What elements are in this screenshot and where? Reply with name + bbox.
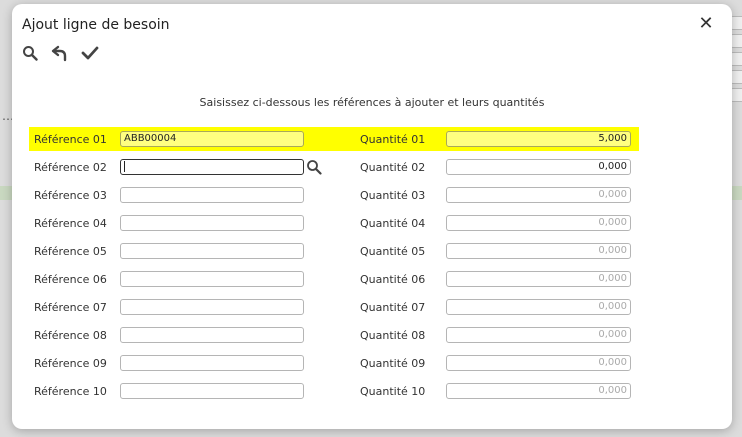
quantity-input[interactable]: 0,000 (446, 383, 631, 399)
reference-search-button[interactable] (306, 159, 322, 175)
reference-label: Référence 03 (34, 189, 107, 202)
reference-input[interactable] (120, 327, 304, 343)
reference-input[interactable] (120, 243, 304, 259)
quantity-input[interactable]: 0,000 (446, 327, 631, 343)
quantity-input[interactable]: 0,000 (446, 159, 631, 175)
quantity-input[interactable]: 0,000 (446, 187, 631, 203)
reference-label: Référence 10 (34, 385, 107, 398)
reference-label: Référence 04 (34, 217, 107, 230)
search-icon (307, 160, 322, 175)
reference-input[interactable] (120, 271, 304, 287)
reference-label: Référence 01 (34, 133, 107, 146)
reference-input[interactable] (120, 299, 304, 315)
quantity-label: Quantité 01 (360, 133, 426, 146)
dialog-toolbar (21, 44, 99, 62)
reference-row: Référence 03 Quantité 03 0,000 (29, 183, 639, 207)
reference-row: Référence 05 Quantité 05 0,000 (29, 239, 639, 263)
quantity-label: Quantité 08 (360, 329, 426, 342)
reference-input[interactable] (120, 215, 304, 231)
quantity-label: Quantité 05 (360, 245, 426, 258)
reference-input[interactable] (120, 187, 304, 203)
quantity-input[interactable]: 0,000 (446, 355, 631, 371)
reference-input[interactable]: ABB00004 (120, 131, 304, 147)
reference-row: Référence 10 Quantité 10 0,000 (29, 379, 639, 403)
reference-row: Référence 09 Quantité 09 0,000 (29, 351, 639, 375)
reference-label: Référence 05 (34, 245, 107, 258)
quantity-label: Quantité 02 (360, 161, 426, 174)
reference-label: Référence 08 (34, 329, 107, 342)
search-button[interactable] (21, 44, 39, 62)
quantity-label: Quantité 07 (360, 301, 426, 314)
close-button[interactable]: ✕ (698, 15, 714, 33)
reference-row: Référence 08 Quantité 08 0,000 (29, 323, 639, 347)
validate-button[interactable] (81, 44, 99, 62)
reference-row: Référence 02 Quantité 02 0,000 (29, 155, 639, 179)
dialog-title: Ajout ligne de besoin (22, 17, 170, 33)
add-need-line-dialog: Ajout ligne de besoin ✕ Saisissez ci-des… (12, 4, 732, 429)
quantity-input[interactable]: 0,000 (446, 215, 631, 231)
undo-button[interactable] (51, 44, 69, 62)
quantity-label: Quantité 04 (360, 217, 426, 230)
quantity-input[interactable]: 0,000 (446, 271, 631, 287)
instruction-text: Saisissez ci-dessous les références à aj… (199, 96, 545, 109)
reference-label: Référence 09 (34, 357, 107, 370)
text-caret (124, 160, 125, 172)
quantity-label: Quantité 10 (360, 385, 426, 398)
reference-label: Référence 06 (34, 273, 107, 286)
quantity-label: Quantité 03 (360, 189, 426, 202)
reference-input[interactable] (120, 159, 304, 175)
undo-icon (51, 45, 67, 62)
search-icon (23, 46, 38, 61)
quantity-input[interactable]: 0,000 (446, 243, 631, 259)
reference-row: Référence 07 Quantité 07 0,000 (29, 295, 639, 319)
reference-input[interactable] (120, 355, 304, 371)
check-icon (81, 46, 99, 60)
quantity-label: Quantité 06 (360, 273, 426, 286)
reference-row: Référence 06 Quantité 06 0,000 (29, 267, 639, 291)
quantity-input[interactable]: 5,000 (446, 131, 631, 147)
reference-row: Référence 04 Quantité 04 0,000 (29, 211, 639, 235)
reference-row: Référence 01 ABB00004 Quantité 01 5,000 (29, 127, 639, 151)
reference-label: Référence 07 (34, 301, 107, 314)
quantity-input[interactable]: 0,000 (446, 299, 631, 315)
reference-label: Référence 02 (34, 161, 107, 174)
reference-input[interactable] (120, 383, 304, 399)
quantity-label: Quantité 09 (360, 357, 426, 370)
